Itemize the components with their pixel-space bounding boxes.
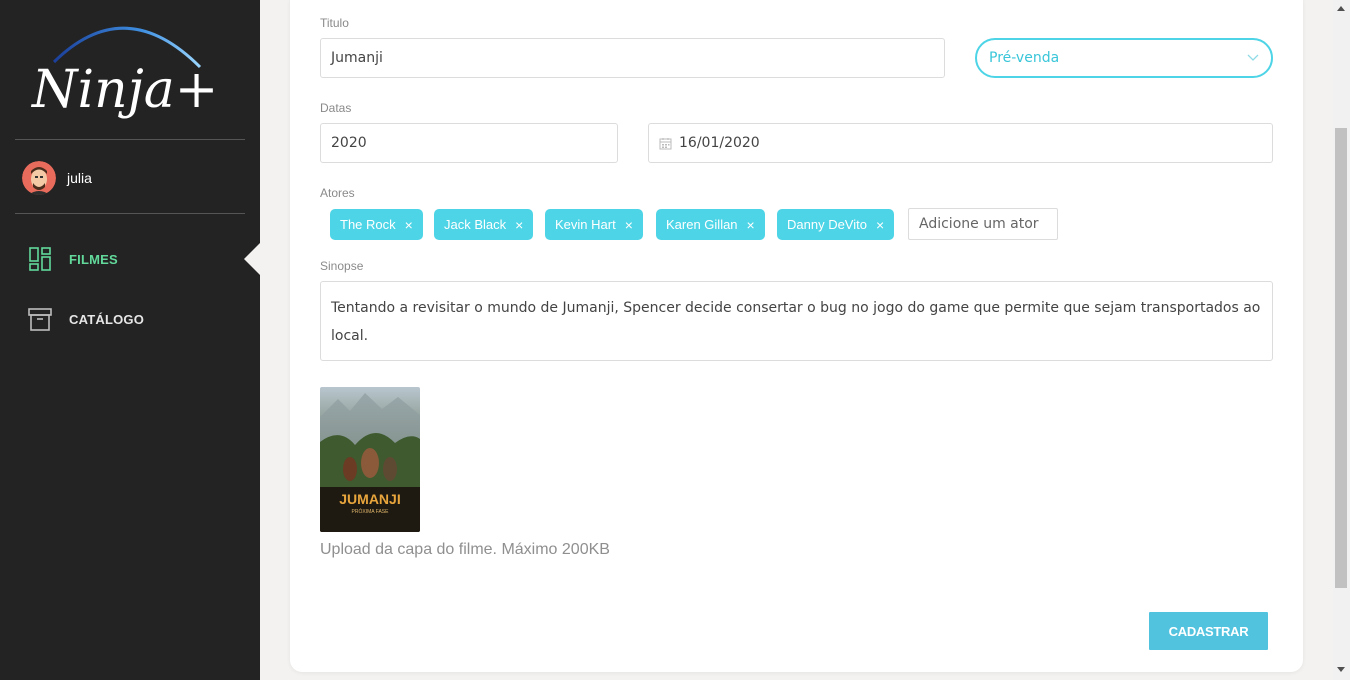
sidebar: Ninja+ julia FILMES CATÁLOGO (0, 0, 260, 680)
close-icon[interactable]: × (876, 218, 884, 232)
actor-tag-label: Danny DeVito (787, 217, 867, 232)
close-icon[interactable]: × (625, 218, 633, 232)
nav-item-filmes[interactable]: FILMES (28, 245, 118, 273)
release-date-picker[interactable]: 16/01/2020 (648, 123, 1273, 163)
actor-tag: Danny DeVito × (777, 209, 895, 240)
upload-hint: Upload da capa do filme. Máximo 200KB (320, 541, 610, 558)
actor-tag: Kevin Hart × (545, 209, 643, 240)
user-name: julia (67, 170, 92, 186)
scroll-thumb[interactable] (1335, 128, 1347, 588)
actor-tag-label: Jack Black (444, 217, 507, 232)
sinopse-textarea[interactable]: Tentando a revisitar o mundo de Jumanji,… (320, 281, 1273, 361)
status-select[interactable]: Pré-venda (975, 38, 1273, 78)
calendar-icon (659, 137, 672, 149)
scroll-up-arrow-icon[interactable] (1337, 6, 1345, 11)
add-actor-placeholder: Adicione um ator (919, 216, 1039, 232)
cover-upload[interactable]: JUMANJI PRÓXIMA FASE (320, 387, 420, 532)
sinopse-label: Sinopse (320, 259, 364, 273)
datas-label: Datas (320, 101, 352, 115)
svg-text:PRÓXIMA FASE: PRÓXIMA FASE (352, 508, 390, 515)
nav-label: CATÁLOGO (69, 311, 145, 327)
actor-tag-label: Kevin Hart (555, 217, 616, 232)
svg-text:Ninja+: Ninja+ (30, 60, 218, 120)
cadastrar-button[interactable]: CADASTRAR (1149, 612, 1268, 650)
page-scrollbar[interactable] (1333, 0, 1350, 680)
divider (15, 139, 245, 140)
user-profile[interactable]: julia (22, 160, 92, 196)
close-icon[interactable]: × (747, 218, 755, 232)
archive-icon (28, 308, 52, 331)
add-actor-input[interactable]: Adicione um ator (908, 208, 1058, 240)
actor-tag-label: Karen Gillan (666, 217, 738, 232)
year-value: 2020 (331, 135, 367, 151)
avatar[interactable] (22, 161, 56, 195)
titulo-value: Jumanji (331, 50, 383, 66)
dashboard-icon (29, 247, 51, 271)
svg-text:JUMANJI: JUMANJI (339, 491, 400, 507)
titulo-input[interactable]: Jumanji (320, 38, 945, 78)
actor-tag-label: The Rock (340, 217, 396, 232)
divider (15, 213, 245, 214)
titulo-label: Titulo (320, 16, 349, 30)
actor-tag: Jack Black × (434, 209, 534, 240)
chevron-down-icon (1247, 54, 1259, 61)
close-icon[interactable]: × (405, 218, 413, 232)
actor-tag: The Rock × (330, 209, 423, 240)
poster-image: JUMANJI PRÓXIMA FASE (320, 387, 420, 532)
status-value: Pré-venda (989, 50, 1060, 66)
active-indicator (244, 243, 260, 275)
scroll-down-arrow-icon[interactable] (1337, 667, 1345, 672)
ninja-plus-logo[interactable]: Ninja+ (30, 12, 230, 127)
year-input[interactable]: 2020 (320, 123, 618, 163)
nav-label: FILMES (69, 251, 118, 267)
sinopse-value: Tentando a revisitar o mundo de Jumanji,… (331, 300, 1261, 344)
actor-tag: Karen Gillan × (656, 209, 765, 240)
release-date-value: 16/01/2020 (679, 135, 760, 151)
atores-label: Atores (320, 186, 355, 200)
nav-item-catalogo[interactable]: CATÁLOGO (28, 305, 144, 333)
close-icon[interactable]: × (515, 218, 523, 232)
